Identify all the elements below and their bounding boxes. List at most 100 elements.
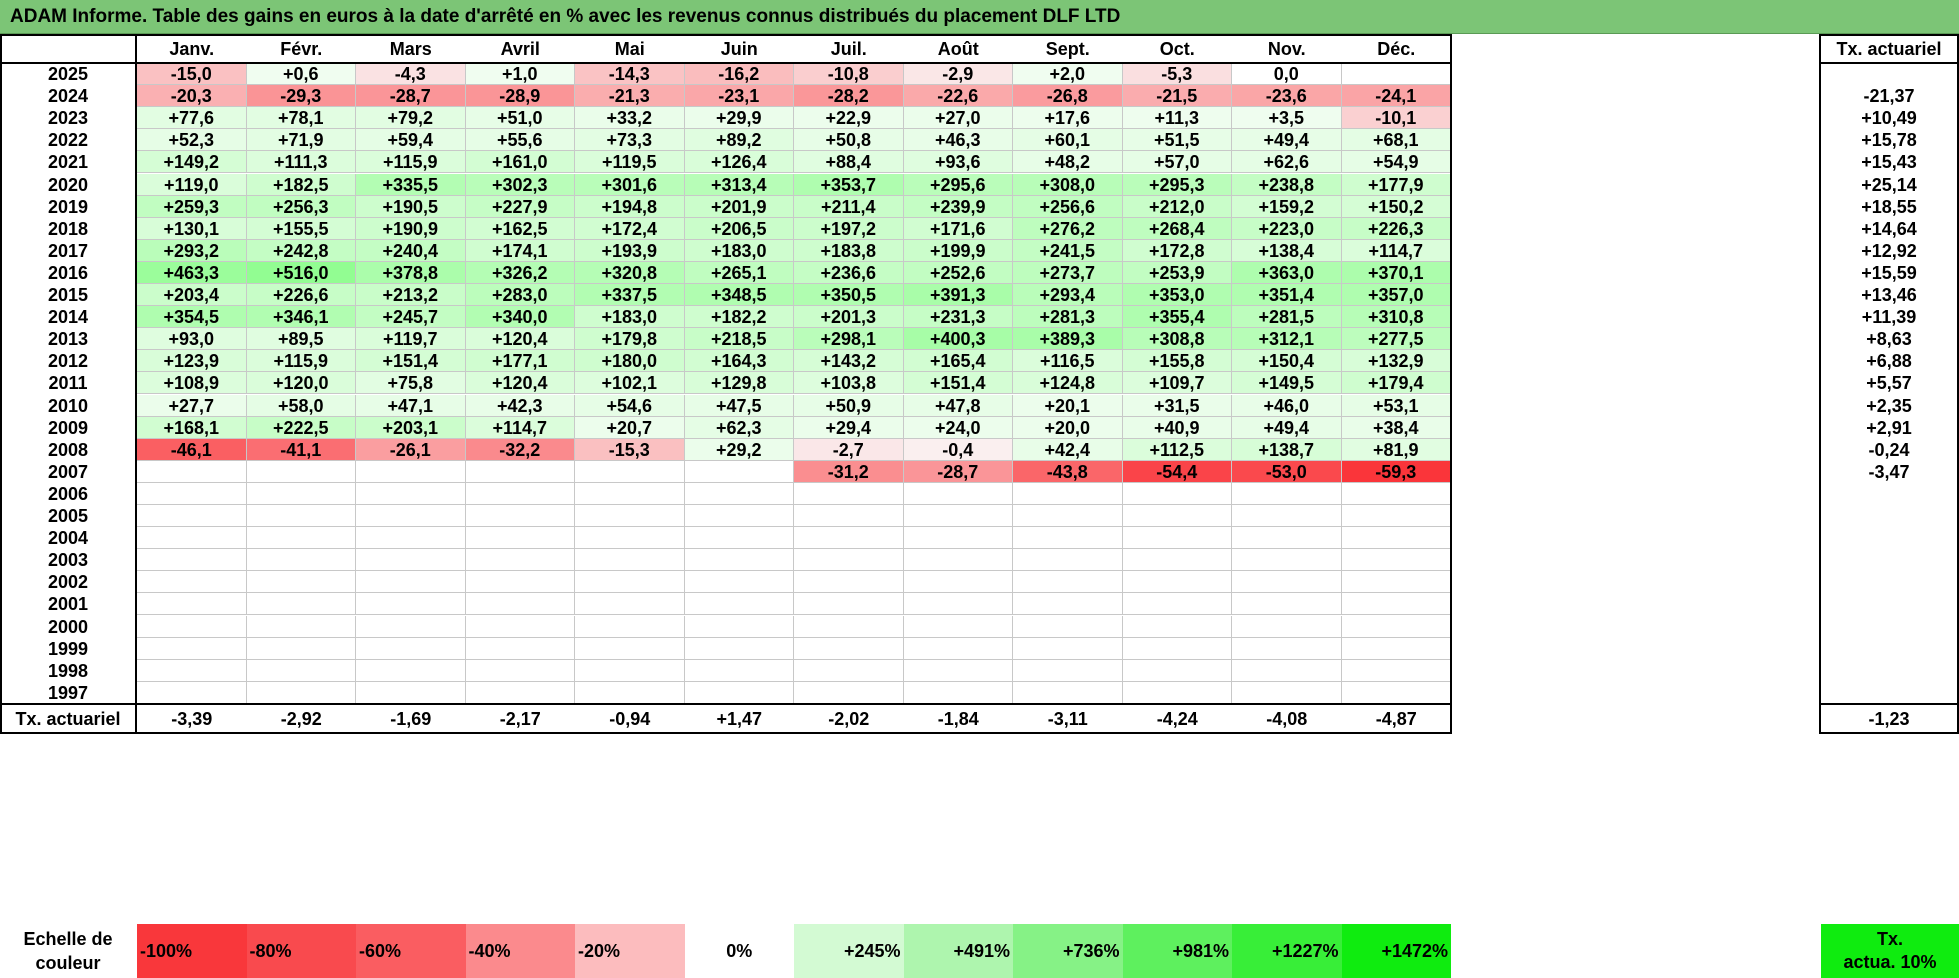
table-cell: +193,9 bbox=[575, 239, 685, 262]
table-cell: +226,3 bbox=[1341, 217, 1451, 240]
table-cell bbox=[903, 593, 1013, 616]
color-scale-label-line1: Echelle de bbox=[23, 929, 113, 949]
table-cell: +60,1 bbox=[1013, 129, 1123, 152]
table-cell bbox=[356, 659, 466, 682]
year-label: 2005 bbox=[47, 506, 89, 526]
table-cell bbox=[684, 637, 794, 660]
table-cell: +114,7 bbox=[465, 416, 575, 439]
row-rate: +15,78 bbox=[1861, 130, 1917, 151]
color-scale-step: +1472% bbox=[1341, 924, 1451, 978]
table-cell: +1,0 bbox=[465, 63, 575, 86]
table-cell: +58,0 bbox=[246, 394, 356, 417]
table-cell bbox=[903, 527, 1013, 550]
table-cell: +89,5 bbox=[246, 328, 356, 351]
table-cell bbox=[794, 615, 904, 638]
table-cell: +293,2 bbox=[137, 239, 247, 262]
table-cell: +115,9 bbox=[356, 151, 466, 174]
table-cell bbox=[356, 460, 466, 483]
table-cell: +203,1 bbox=[356, 416, 466, 439]
table-cell bbox=[246, 460, 356, 483]
table-cell: +212,0 bbox=[1122, 195, 1232, 218]
table-cell: +351,4 bbox=[1232, 284, 1342, 307]
table-cell bbox=[137, 571, 247, 594]
table-cell: +168,1 bbox=[137, 416, 247, 439]
table-cell bbox=[465, 571, 575, 594]
month-header: Juil. bbox=[830, 39, 867, 59]
table-cell bbox=[575, 505, 685, 528]
table-cell: +201,9 bbox=[684, 195, 794, 218]
table-cell: +143,2 bbox=[794, 350, 904, 373]
table-cell: +259,3 bbox=[137, 195, 247, 218]
table-cell: +20,7 bbox=[575, 416, 685, 439]
table-cell: +190,9 bbox=[356, 217, 466, 240]
table-cell: +227,9 bbox=[465, 195, 575, 218]
table-cell bbox=[684, 505, 794, 528]
table-cell: +313,4 bbox=[684, 173, 794, 196]
month-header: Déc. bbox=[1377, 39, 1416, 59]
table-cell: +17,6 bbox=[1013, 107, 1123, 130]
table-cell: +119,0 bbox=[137, 173, 247, 196]
table-cell: +123,9 bbox=[137, 350, 247, 373]
year-label: 2002 bbox=[47, 572, 89, 593]
table-cell bbox=[356, 637, 466, 660]
table-cell: +20,1 bbox=[1013, 394, 1123, 417]
table-cell: +62,6 bbox=[1232, 151, 1342, 174]
footer-rate: -1,69 bbox=[390, 709, 432, 729]
table-cell: +53,1 bbox=[1341, 394, 1451, 417]
table-cell: +222,5 bbox=[246, 416, 356, 439]
table-cell bbox=[1013, 527, 1123, 550]
table-cell bbox=[137, 460, 247, 483]
table-cell bbox=[246, 527, 356, 550]
year-label: 2017 bbox=[47, 240, 89, 261]
table-cell: +211,4 bbox=[794, 195, 904, 218]
month-header: Févr. bbox=[280, 39, 323, 59]
table-cell bbox=[794, 505, 904, 528]
table-cell bbox=[903, 659, 1013, 682]
table-cell: +516,0 bbox=[246, 261, 356, 284]
table-cell: +29,2 bbox=[684, 438, 794, 461]
table-cell: +183,0 bbox=[575, 306, 685, 329]
table-cell: +149,2 bbox=[137, 151, 247, 174]
table-cell: +48,2 bbox=[1013, 151, 1123, 174]
table-cell bbox=[1122, 571, 1232, 594]
table-cell: -2,9 bbox=[903, 63, 1013, 86]
year-label: 2011 bbox=[48, 373, 88, 394]
color-scale-target-line1: Tx. bbox=[1876, 929, 1903, 949]
table-cell bbox=[1341, 482, 1451, 505]
table-cell: -24,1 bbox=[1341, 85, 1451, 108]
table-cell: +240,4 bbox=[356, 239, 466, 262]
table-cell: +54,9 bbox=[1341, 151, 1451, 174]
table-cell: +159,2 bbox=[1232, 195, 1342, 218]
table-cell bbox=[1013, 681, 1123, 704]
color-scale-target-line2: actua. 10% bbox=[1843, 952, 1937, 972]
table-cell bbox=[465, 637, 575, 660]
table-cell: +252,6 bbox=[903, 261, 1013, 284]
month-header: Nov. bbox=[1267, 39, 1306, 59]
table-cell: +33,2 bbox=[575, 107, 685, 130]
table-cell bbox=[246, 659, 356, 682]
table-cell bbox=[246, 593, 356, 616]
table-cell: +340,0 bbox=[465, 306, 575, 329]
table-cell: +276,2 bbox=[1013, 217, 1123, 240]
table-cell bbox=[1013, 571, 1123, 594]
table-cell: +180,0 bbox=[575, 350, 685, 373]
year-label: 2001 bbox=[47, 594, 89, 615]
table-cell: +172,8 bbox=[1122, 239, 1232, 262]
table-cell: +281,5 bbox=[1232, 306, 1342, 329]
month-header: Mai bbox=[614, 39, 645, 59]
table-cell: +51,5 bbox=[1122, 129, 1232, 152]
table-cell bbox=[137, 527, 247, 550]
row-rate: +11,39 bbox=[1861, 307, 1917, 328]
year-label: 2021 bbox=[47, 152, 89, 173]
table-cell: +355,4 bbox=[1122, 306, 1232, 329]
table-cell: +77,6 bbox=[137, 107, 247, 130]
table-cell bbox=[684, 593, 794, 616]
table-cell: +3,5 bbox=[1232, 107, 1342, 130]
table-cell: +112,5 bbox=[1122, 438, 1232, 461]
table-cell: +253,9 bbox=[1122, 261, 1232, 284]
year-label: 2023 bbox=[47, 108, 89, 129]
color-scale-step: 0% bbox=[684, 924, 794, 978]
table-cell bbox=[903, 571, 1013, 594]
table-cell: +165,4 bbox=[903, 350, 1013, 373]
table-cell: +194,8 bbox=[575, 195, 685, 218]
